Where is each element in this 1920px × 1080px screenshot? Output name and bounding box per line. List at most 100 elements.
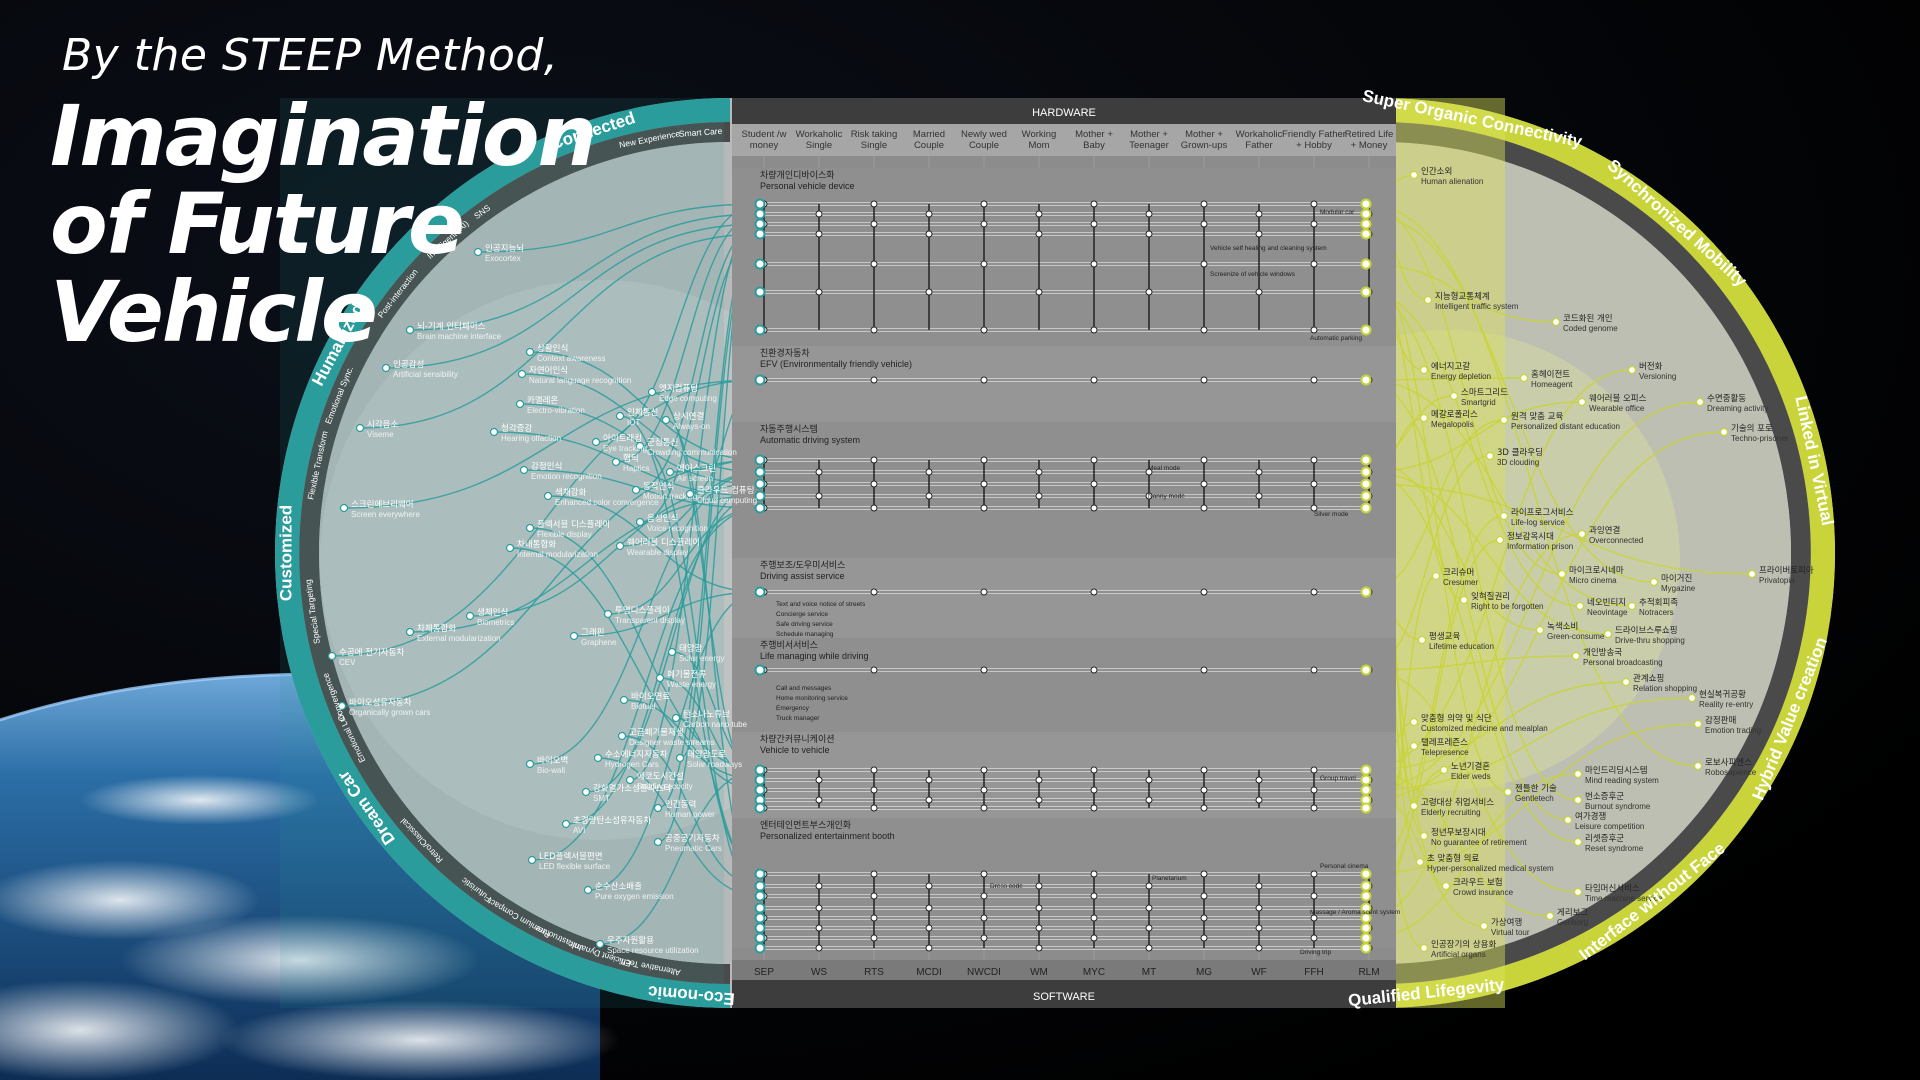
- timeline-node: [1035, 468, 1043, 476]
- timeline-node: [870, 870, 878, 878]
- timeline-node: [1090, 588, 1098, 596]
- node-label-kr: 차체통합화: [417, 623, 456, 634]
- timeline-end-node: [1360, 208, 1372, 220]
- timeline-end-node: [1360, 478, 1372, 490]
- node-dot: [655, 673, 665, 683]
- node-dot: [1747, 569, 1757, 579]
- timeline-node: [980, 200, 988, 208]
- node-label-kr: 태양광: [679, 643, 703, 654]
- panel-note: Planetarium: [1152, 875, 1187, 882]
- node-dot: [647, 387, 657, 397]
- timeline-node: [980, 870, 988, 878]
- timeline-end-node: [1360, 764, 1372, 776]
- node-label-kr: 카멜레온: [527, 395, 558, 406]
- node-dot: [489, 427, 499, 437]
- node-dot: [1571, 651, 1581, 661]
- timeline-node: [980, 260, 988, 268]
- node-dot: [1603, 629, 1613, 639]
- timeline-node: [870, 220, 878, 228]
- node-dot: [615, 541, 625, 551]
- timeline-node: [1310, 200, 1318, 208]
- column-code: MCDI: [916, 967, 942, 978]
- timeline-node: [870, 456, 878, 464]
- timeline-node: [1200, 870, 1208, 878]
- timeline-start-node: [754, 198, 766, 210]
- node-label-en: Eye tracking: [603, 444, 647, 453]
- node-label-en: Graphene: [581, 638, 617, 647]
- timeline-node: [1200, 504, 1208, 512]
- section-title-kr: 주행비서서비스: [760, 639, 818, 650]
- timeline-start-node: [754, 664, 766, 676]
- node-label-kr: 라이프로그서비스: [1511, 507, 1574, 518]
- node-label-en: Wearable display: [627, 548, 688, 557]
- node-dot: [519, 465, 529, 475]
- node-label-kr: 잊혀질권리: [1471, 591, 1510, 602]
- node-label-kr: 지능형교통체계: [1435, 291, 1490, 302]
- timeline-start-node: [754, 208, 766, 220]
- node-dot: [1459, 595, 1469, 605]
- timeline-end-node: [1360, 922, 1372, 934]
- node-dot: [671, 713, 681, 723]
- node-dot: [1439, 765, 1449, 775]
- node-label-en: Artificial sensibility: [393, 370, 458, 379]
- timeline-node: [1145, 924, 1153, 932]
- timeline-end-node: [1360, 466, 1372, 478]
- timeline-node: [1255, 468, 1263, 476]
- node-label-kr: 음성인식: [647, 513, 678, 524]
- node-label-kr: 상시연결: [673, 411, 704, 422]
- node-label-en: Voice recognition: [647, 524, 708, 533]
- node-label-en: Overconnected: [1589, 536, 1643, 545]
- timeline-node: [1310, 766, 1318, 774]
- node-label-en: Telepresence: [1421, 748, 1469, 757]
- node-label-en: Green-consume: [1547, 632, 1605, 641]
- node-dot: [685, 489, 695, 499]
- timeline-end-node: [1360, 942, 1372, 954]
- timeline-node: [870, 588, 878, 596]
- timeline-node: [925, 210, 933, 218]
- timeline-start-node: [754, 454, 766, 466]
- node-label-en: Organically grown cars: [349, 708, 430, 717]
- node-label-kr: 청각증강: [501, 423, 532, 434]
- node-dot: [1649, 577, 1659, 587]
- node-label-kr: 추적회피족: [1639, 597, 1678, 608]
- node-label-en: Techno-prisoner: [1731, 434, 1789, 443]
- node-label-en: Carbon nano tube: [683, 720, 748, 729]
- node-dot: [1621, 677, 1631, 687]
- node-dot: [635, 517, 645, 527]
- node-dot: [1409, 717, 1419, 727]
- node-label-en: Hearing olfaction: [501, 434, 561, 443]
- node-dot: [1575, 601, 1585, 611]
- node-dot: [1499, 415, 1509, 425]
- node-dot: [1577, 397, 1587, 407]
- timeline-node: [1090, 786, 1098, 794]
- timeline-start-node: [754, 880, 766, 892]
- node-label-kr: 공중공기자동차: [665, 834, 720, 844]
- timeline-node: [1145, 796, 1153, 804]
- node-label-en: Space resource utilization: [607, 946, 699, 955]
- node-label-kr: 개인방송국: [1583, 647, 1622, 658]
- timeline-node: [1200, 588, 1208, 596]
- node-label-kr: 에어스크린: [677, 463, 716, 474]
- node-dot: [543, 491, 553, 501]
- node-dot: [525, 759, 535, 769]
- timeline-node: [980, 766, 988, 774]
- node-label-en: Transparent display: [615, 616, 685, 625]
- node-dot: [1441, 881, 1451, 891]
- panel-note: Text and voice notice of streets: [776, 601, 866, 608]
- node-dot: [661, 415, 671, 425]
- node-label-kr: 웨어러블 디스플레이: [627, 537, 700, 548]
- node-dot: [1535, 625, 1545, 635]
- section-title-kr: 자동주행시스템: [760, 423, 818, 434]
- timeline-node: [1035, 944, 1043, 952]
- node-label-en: Bio-wall: [537, 766, 565, 775]
- node-label-kr: 스크린에브리웨어: [351, 499, 414, 510]
- timeline-node: [980, 786, 988, 794]
- timeline-node: [815, 924, 823, 932]
- timeline-node: [815, 492, 823, 500]
- node-label-en: Pure oxygen emission: [595, 892, 674, 901]
- timeline-node: [1310, 220, 1318, 228]
- node-label-kr: 군집통신: [647, 437, 678, 448]
- timeline-node: [925, 230, 933, 238]
- timeline-node: [1035, 230, 1043, 238]
- ring-label-left: Customized: [276, 505, 295, 601]
